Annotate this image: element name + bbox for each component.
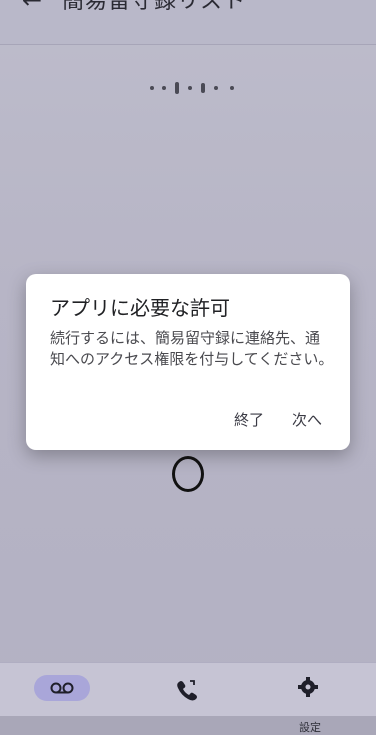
permission-dialog: アプリに必要な許可 続行するには、簡易留守録に連絡先、通知へのアクセス権限を付与…: [26, 274, 350, 450]
nav-item-voicemail[interactable]: [34, 675, 90, 705]
top-app-bar: ← 簡易留守録リスト: [0, 0, 376, 45]
settings-icon: [298, 677, 318, 697]
back-arrow-icon[interactable]: ←: [22, 0, 42, 12]
exit-button[interactable]: 終了: [234, 409, 264, 430]
phone-icon: [177, 680, 197, 701]
page-title: 簡易留守録リスト: [62, 0, 247, 14]
dialog-message: 続行するには、簡易留守録に連絡先、通知へのアクセス権限を付与してください。: [50, 329, 334, 368]
nav-item-calls[interactable]: [158, 675, 214, 705]
next-button[interactable]: 次へ: [292, 409, 322, 430]
nav-label-settings: 設定: [299, 721, 321, 734]
bottom-navigation: 設定: [0, 662, 376, 734]
dialog-actions: 終了 次へ: [234, 409, 322, 430]
voicemail-list-screen: ← 簡易留守録リスト アプリに必要な許可 続行するには、簡易留守録に連絡先、通知…: [0, 0, 376, 734]
dialog-title: アプリに必要な許可: [50, 296, 230, 320]
nav-item-settings[interactable]: 設定: [282, 675, 338, 734]
voicemail-icon: [50, 682, 74, 694]
tap-indicator-circle: [172, 456, 204, 492]
audio-wave-icon: [150, 82, 234, 94]
